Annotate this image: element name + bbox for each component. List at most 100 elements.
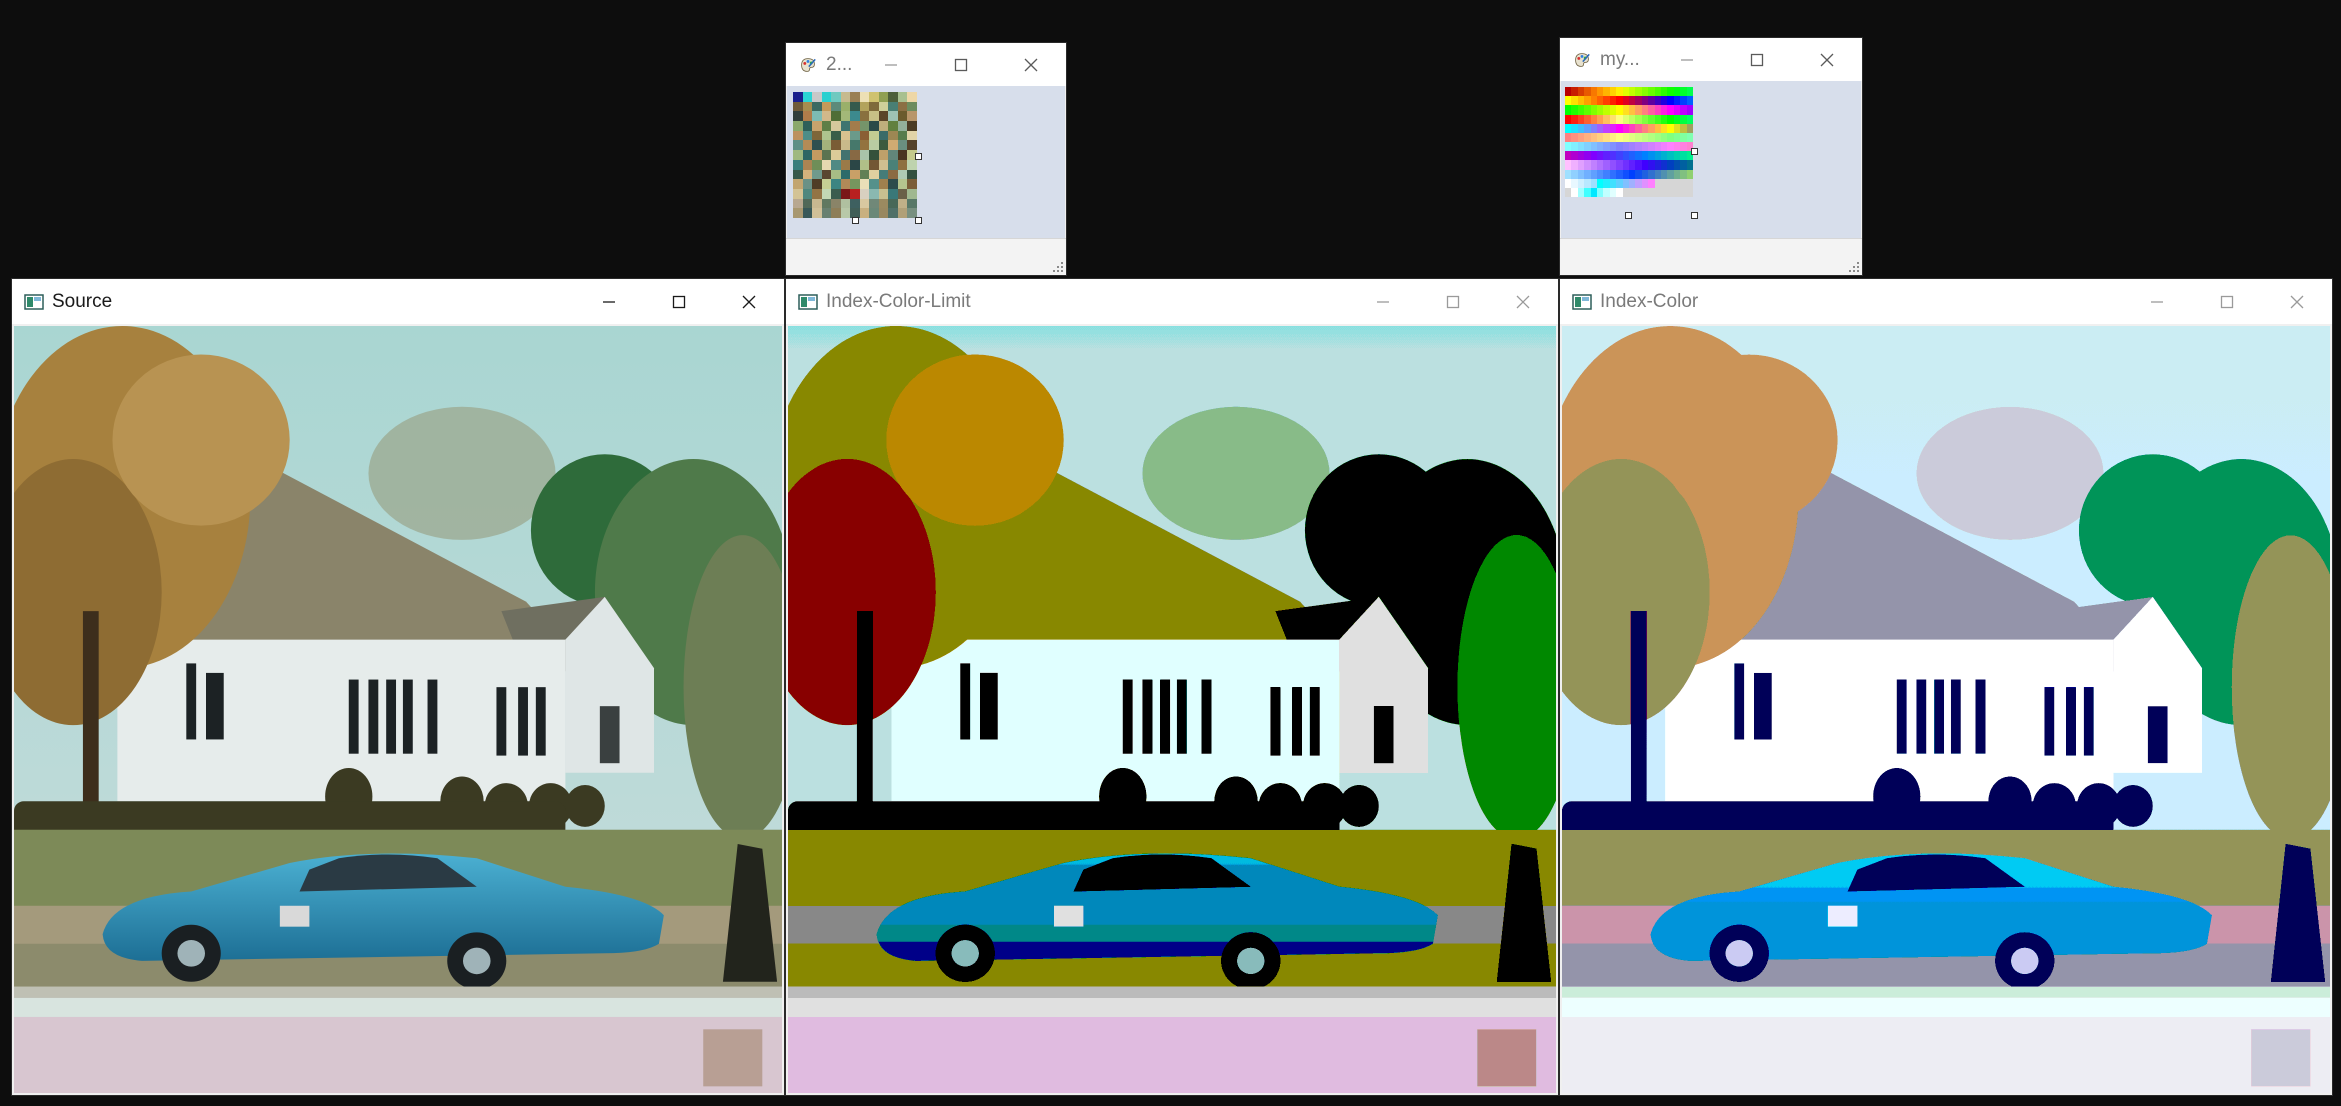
- minimize-button[interactable]: [1348, 279, 1418, 324]
- palette-swatch[interactable]: [907, 140, 917, 151]
- resize-grip-icon[interactable]: [1052, 261, 1064, 273]
- palette-swatch[interactable]: [821, 140, 832, 151]
- palette-swatch[interactable]: [907, 188, 917, 199]
- palette-swatch[interactable]: [859, 130, 870, 141]
- palette-swatch[interactable]: [878, 101, 889, 112]
- palette-swatch[interactable]: [802, 121, 813, 131]
- palette-swatch[interactable]: [812, 188, 822, 199]
- palette-swatch[interactable]: [869, 121, 879, 131]
- palette-swatch[interactable]: [793, 111, 803, 122]
- palette-swatch[interactable]: [888, 188, 898, 199]
- palette-swatch[interactable]: [812, 198, 822, 209]
- close-button[interactable]: [996, 43, 1066, 86]
- resize-handle[interactable]: [915, 153, 922, 160]
- palette-swatch[interactable]: [802, 140, 813, 151]
- palette-swatch[interactable]: [869, 111, 879, 122]
- palette-swatch[interactable]: [821, 92, 832, 102]
- maximize-button[interactable]: [926, 43, 996, 86]
- palette-swatch[interactable]: [850, 101, 860, 112]
- palette-swatch[interactable]: [878, 121, 889, 131]
- source-window-titlebar[interactable]: Source: [12, 279, 784, 324]
- palette-swatch[interactable]: [802, 159, 813, 170]
- palette-swatch[interactable]: [831, 140, 841, 151]
- palette-swatch[interactable]: [878, 188, 889, 199]
- palette-swatch[interactable]: [888, 121, 898, 131]
- resize-handle[interactable]: [1625, 212, 1632, 219]
- palette-swatch[interactable]: [812, 150, 822, 160]
- palette-swatch[interactable]: [821, 169, 832, 180]
- resize-handle[interactable]: [1691, 212, 1698, 219]
- palette-swatch[interactable]: [888, 101, 898, 112]
- palette-swatch[interactable]: [812, 159, 822, 170]
- palette-swatch[interactable]: [888, 169, 898, 180]
- palette-swatch[interactable]: [897, 92, 908, 102]
- palette-swatch[interactable]: [897, 101, 908, 112]
- palette-swatch[interactable]: [831, 150, 841, 160]
- palette-swatch[interactable]: [840, 101, 851, 112]
- palette-swatch[interactable]: [859, 111, 870, 122]
- palette-swatch[interactable]: [821, 198, 832, 209]
- palette-swatch[interactable]: [907, 179, 917, 189]
- palette-swatch[interactable]: [859, 150, 870, 160]
- maximize-button[interactable]: [2192, 279, 2262, 324]
- palette-swatch[interactable]: [802, 188, 813, 199]
- palette-swatch[interactable]: [888, 198, 898, 209]
- palette-swatch[interactable]: [1686, 123, 1693, 133]
- palette-swatch[interactable]: [840, 179, 851, 189]
- palette-swatch[interactable]: [840, 169, 851, 180]
- palette-swatch[interactable]: [850, 198, 860, 209]
- palette-swatch[interactable]: [907, 130, 917, 141]
- palette-swatch[interactable]: [888, 111, 898, 122]
- palette-swatch[interactable]: [888, 208, 898, 218]
- palette-swatch[interactable]: [907, 111, 917, 122]
- palette-swatch[interactable]: [793, 121, 803, 131]
- index-color-window-titlebar[interactable]: Index-Color: [1560, 279, 2332, 324]
- palette-swatch[interactable]: [869, 169, 879, 180]
- palette-swatch[interactable]: [859, 198, 870, 209]
- palette-swatch[interactable]: [821, 208, 832, 218]
- palette-swatch[interactable]: [897, 140, 908, 151]
- palette-swatch[interactable]: [859, 169, 870, 180]
- palette-swatch[interactable]: [840, 111, 851, 122]
- palette-swatch[interactable]: [1686, 187, 1693, 197]
- palette-swatch[interactable]: [831, 198, 841, 209]
- palette-swatch[interactable]: [907, 159, 917, 170]
- palette-swatch[interactable]: [907, 101, 917, 112]
- palette-swatch[interactable]: [821, 130, 832, 141]
- palette-swatch[interactable]: [878, 130, 889, 141]
- palette-swatch[interactable]: [793, 101, 803, 112]
- palette-swatch[interactable]: [869, 101, 879, 112]
- palette-swatch[interactable]: [888, 140, 898, 151]
- palette-swatch[interactable]: [840, 150, 851, 160]
- palette-swatch[interactable]: [1686, 96, 1693, 106]
- palette-swatch[interactable]: [878, 140, 889, 151]
- palette-swatch[interactable]: [850, 92, 860, 102]
- maximize-button[interactable]: [1722, 38, 1792, 81]
- palette-swatch[interactable]: [859, 159, 870, 170]
- palette-swatch[interactable]: [812, 169, 822, 180]
- close-button[interactable]: [2262, 279, 2332, 324]
- palette-swatch[interactable]: [831, 159, 841, 170]
- palette-1-grid[interactable]: [793, 92, 917, 218]
- minimize-button[interactable]: [2122, 279, 2192, 324]
- palette-swatch[interactable]: [850, 121, 860, 131]
- palette-swatch[interactable]: [869, 159, 879, 170]
- palette-swatch[interactable]: [1686, 160, 1693, 170]
- palette-swatch[interactable]: [812, 92, 822, 102]
- palette-swatch[interactable]: [907, 121, 917, 131]
- palette-swatch[interactable]: [1686, 132, 1693, 142]
- palette-swatch[interactable]: [878, 111, 889, 122]
- resize-handle[interactable]: [915, 217, 922, 224]
- palette-swatch[interactable]: [821, 150, 832, 160]
- palette-swatch[interactable]: [859, 188, 870, 199]
- palette-swatch[interactable]: [793, 188, 803, 199]
- palette-swatch[interactable]: [821, 121, 832, 131]
- palette-swatch[interactable]: [897, 159, 908, 170]
- palette-swatch[interactable]: [840, 121, 851, 131]
- palette-swatch[interactable]: [878, 92, 889, 102]
- palette-swatch[interactable]: [878, 208, 889, 218]
- index-color-limit-window-titlebar[interactable]: Index-Color-Limit: [786, 279, 1558, 324]
- palette-swatch[interactable]: [859, 121, 870, 131]
- palette-swatch[interactable]: [859, 179, 870, 189]
- palette-swatch[interactable]: [888, 179, 898, 189]
